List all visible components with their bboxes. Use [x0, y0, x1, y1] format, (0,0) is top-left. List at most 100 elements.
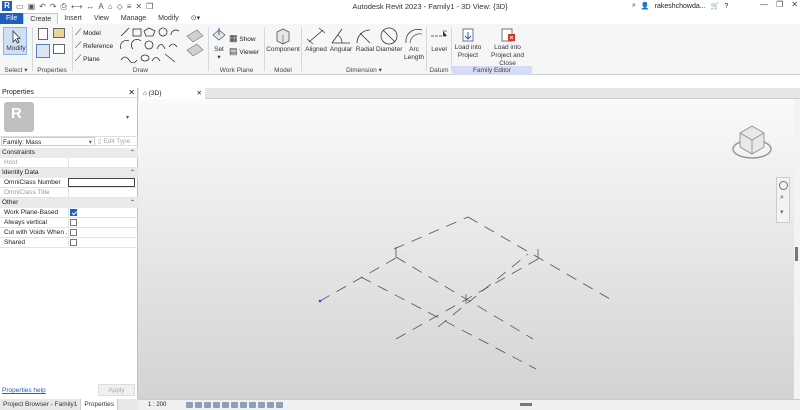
shadows-icon[interactable]	[213, 402, 220, 408]
cut-with-voids-checkbox[interactable]	[70, 229, 77, 236]
help-icon[interactable]: ?	[724, 3, 728, 10]
type-properties-icon[interactable]	[53, 44, 65, 54]
tab-manage[interactable]: Manage	[115, 13, 152, 24]
group-identity-data[interactable]: Identity Data ⌃	[0, 168, 138, 178]
panel-properties: Properties	[33, 24, 71, 75]
work-plane-based-checkbox[interactable]	[70, 209, 77, 216]
drawing-canvas[interactable]: ⌕ ▾	[138, 99, 794, 399]
lock-3d-view-icon[interactable]	[249, 402, 256, 408]
type-selector-dropdown-icon[interactable]: ▾	[126, 114, 129, 121]
family-category-icon[interactable]	[53, 28, 65, 38]
cart-icon[interactable]: 🛒	[711, 2, 720, 10]
steering-wheel-icon[interactable]	[779, 181, 788, 190]
3d-view-icon[interactable]: ⌂	[108, 2, 113, 11]
properties-help-link[interactable]: Properties help	[2, 387, 46, 394]
redo-icon[interactable]: ↷	[50, 2, 57, 11]
close-icon[interactable]: ✕	[128, 88, 135, 98]
family-types-icon[interactable]	[38, 28, 48, 40]
arc-length-button[interactable]: Arc Length	[402, 27, 426, 62]
zoom-icon[interactable]: ⌕	[780, 194, 784, 202]
print-icon[interactable]: ⎙	[61, 2, 67, 12]
rendering-icon[interactable]	[222, 402, 229, 408]
group-constraints[interactable]: Constraints ⌃	[0, 148, 138, 158]
thin-lines-icon[interactable]: ≡	[127, 2, 132, 11]
tab-properties[interactable]: Properties	[81, 399, 119, 410]
aligned-button[interactable]: Aligned	[305, 27, 327, 62]
angular-button[interactable]: Angular	[328, 27, 354, 62]
user-name[interactable]: rakeshchowda...	[655, 3, 706, 10]
detail-level-icon[interactable]	[186, 402, 193, 408]
reveal-hidden-icon[interactable]	[267, 402, 274, 408]
show-button[interactable]: ▦ Show	[229, 33, 256, 44]
reference-line-button[interactable]: ⟋ Reference	[75, 40, 113, 51]
load-into-project-and-close-button[interactable]: Load into Project and Close	[483, 27, 532, 67]
set-button[interactable]	[212, 28, 226, 42]
reference-plane-icon: ⟋	[75, 53, 82, 63]
revit-logo[interactable]: R	[2, 1, 12, 11]
reference-plane-button[interactable]: ⟋ Plane	[75, 53, 100, 64]
close-hidden-icon[interactable]: ✕	[135, 2, 142, 11]
load-into-project-button[interactable]: Load into Project	[454, 27, 482, 63]
modify-label: Modify	[6, 45, 26, 52]
tab-project-browser[interactable]: Project Browser - Family1	[0, 399, 82, 410]
modify-button[interactable]: Modify	[3, 27, 27, 55]
level-button[interactable]: Level	[429, 27, 449, 55]
draw-tools-gallery[interactable]	[119, 27, 181, 63]
model-line-button[interactable]: ⟋ Model	[75, 27, 101, 38]
open-icon[interactable]: ▭	[16, 2, 24, 11]
apply-button[interactable]: Apply	[98, 384, 135, 396]
dimension-icon[interactable]: ↔	[86, 2, 94, 11]
shared-checkbox[interactable]	[70, 239, 77, 246]
close-view-icon[interactable]: ✕	[197, 88, 202, 99]
edit-type-button[interactable]: ▯ Edit Type	[98, 137, 130, 146]
navigation-options-icon[interactable]: ▾	[780, 208, 784, 216]
ribbon-options-dropdown[interactable]: ⊙▾	[185, 13, 206, 24]
scroll-thumb[interactable]	[795, 247, 798, 261]
horizontal-scroll-thumb[interactable]	[520, 403, 532, 406]
constraints-icon[interactable]	[276, 402, 283, 408]
component-button[interactable]	[274, 27, 292, 45]
visual-style-icon[interactable]	[195, 402, 202, 408]
close-button[interactable]: ✕	[791, 0, 798, 9]
tab-file[interactable]: File	[0, 13, 24, 24]
set-work-plane-shapes[interactable]	[185, 28, 205, 58]
switch-windows-icon[interactable]: ❐	[146, 2, 153, 11]
set-dropdown-icon[interactable]: ▾	[211, 54, 227, 62]
radial-button[interactable]: Radial	[354, 27, 376, 62]
view-scale[interactable]: 1 : 200	[148, 400, 166, 410]
maximize-button[interactable]: ❐	[776, 0, 783, 9]
quick-access-toolbar: ▭ ▣ ↶ ↷ ⎙ ⟷ ↔ A ⌂ ◇ ≡ ✕ ❐	[16, 1, 153, 12]
sun-path-icon[interactable]	[204, 402, 211, 408]
tab-modify[interactable]: Modify	[152, 13, 185, 24]
tab-view[interactable]: View	[88, 13, 115, 24]
panel-label-select[interactable]: Select ▾	[0, 66, 32, 75]
viewcube[interactable]	[730, 119, 778, 167]
panel-label-dimension[interactable]: Dimension ▾	[302, 66, 426, 75]
minimize-button[interactable]: —	[760, 0, 768, 9]
diameter-button[interactable]: Diameter	[376, 27, 402, 62]
save-icon[interactable]: ▣	[28, 2, 36, 11]
crop-view-icon[interactable]	[231, 402, 238, 408]
tab-create[interactable]: Create	[23, 13, 59, 24]
omniclass-number-field[interactable]	[68, 178, 135, 187]
tab-insert[interactable]: Insert	[58, 13, 88, 24]
undo-icon[interactable]: ↶	[39, 2, 46, 11]
panel-family-editor: Load into Project Load into Project and …	[452, 24, 532, 75]
properties-button[interactable]	[36, 44, 50, 58]
view-tab-3d[interactable]: ⌂ {3D} ✕	[139, 88, 205, 99]
viewer-button[interactable]: ▤ Viewer	[229, 46, 259, 57]
panel-label-properties: Properties	[37, 67, 67, 74]
prop-row-host: Host	[0, 158, 138, 168]
measure-icon[interactable]: ⟷	[71, 2, 82, 11]
vertical-scrollbar[interactable]	[794, 99, 800, 399]
search-icon[interactable]: ⌕	[632, 2, 636, 10]
window-controls: — ❐ ✕	[760, 0, 798, 9]
temporary-hide-icon[interactable]	[258, 402, 265, 408]
show-crop-region-icon[interactable]	[240, 402, 247, 408]
tag-icon[interactable]: A	[98, 2, 103, 11]
group-other[interactable]: Other ⌃	[0, 198, 138, 208]
user-icon[interactable]: 👤	[641, 2, 650, 10]
family-selector[interactable]: Family: Mass ▾	[1, 137, 95, 146]
always-vertical-checkbox[interactable]	[70, 219, 77, 226]
section-icon[interactable]: ◇	[117, 2, 123, 11]
